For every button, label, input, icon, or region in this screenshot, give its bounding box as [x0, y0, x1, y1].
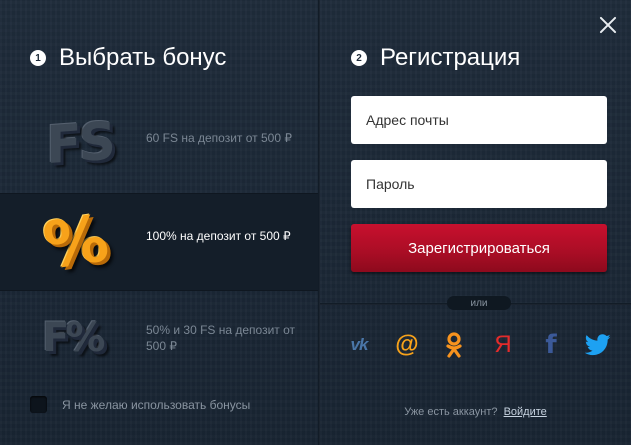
no-bonus-option[interactable]: Я не желаю использовать бонусы — [30, 396, 250, 413]
step-number: 1 — [30, 50, 46, 66]
password-placeholder: Пароль — [366, 176, 415, 192]
bonus-option-fs-percent[interactable]: F% 50% и 30 FS на депозит от 500 ₽ — [0, 291, 318, 389]
vertical-divider — [318, 0, 320, 445]
bonus-option-label: 100% на депозит от 500 ₽ — [146, 229, 291, 243]
registration-title: Регистрация — [380, 44, 521, 71]
bonus-option-percent[interactable]: % 100% на депозит от 500 ₽ — [0, 193, 318, 291]
register-button[interactable]: Зарегистрироваться — [351, 224, 607, 272]
vk-glyph: vk — [350, 335, 369, 354]
registration-section-title: 2 Регистрация — [351, 44, 520, 72]
bonus-option-label: 60 FS на депозит от 500 ₽ — [146, 131, 292, 145]
bonus-option-label: 50% и 30 FS на депозит от 500 ₽ — [146, 323, 296, 353]
or-separator: или — [447, 296, 511, 310]
login-prompt: Уже есть аккаунт? Войдите — [320, 406, 631, 418]
registration-modal: 1 Выбрать бонус FS 60 FS на депозит от 5… — [0, 0, 631, 445]
email-field[interactable]: Адрес почты — [351, 96, 607, 144]
have-account-text: Уже есть аккаунт? — [404, 406, 498, 418]
mail-glyph: @ — [395, 331, 419, 358]
facebook-icon[interactable]: f — [538, 330, 564, 360]
yandex-glyph: Я — [494, 331, 512, 358]
no-bonus-checkbox[interactable] — [30, 396, 47, 413]
fs-icon: FS — [46, 111, 113, 177]
login-link[interactable]: Войдите — [504, 406, 547, 418]
facebook-glyph: f — [545, 330, 557, 360]
close-icon[interactable] — [597, 14, 619, 36]
bonus-title: Выбрать бонус — [59, 44, 227, 71]
bonus-option-fs[interactable]: FS 60 FS на депозит от 500 ₽ — [0, 94, 318, 192]
odnoklassniki-icon[interactable] — [441, 330, 467, 360]
twitter-icon[interactable] — [584, 330, 612, 360]
email-placeholder: Адрес почты — [366, 112, 449, 128]
fs-percent-icon: F% — [42, 315, 105, 361]
no-bonus-label: Я не желаю использовать бонусы — [62, 397, 251, 412]
bonus-section-title: 1 Выбрать бонус — [30, 44, 226, 72]
mail-icon[interactable]: @ — [393, 330, 421, 360]
yandex-icon[interactable]: Я — [490, 330, 516, 360]
password-field[interactable]: Пароль — [351, 160, 607, 208]
vk-icon[interactable]: vk — [344, 330, 374, 360]
step-number: 2 — [351, 50, 367, 66]
percent-icon: % — [39, 202, 113, 285]
